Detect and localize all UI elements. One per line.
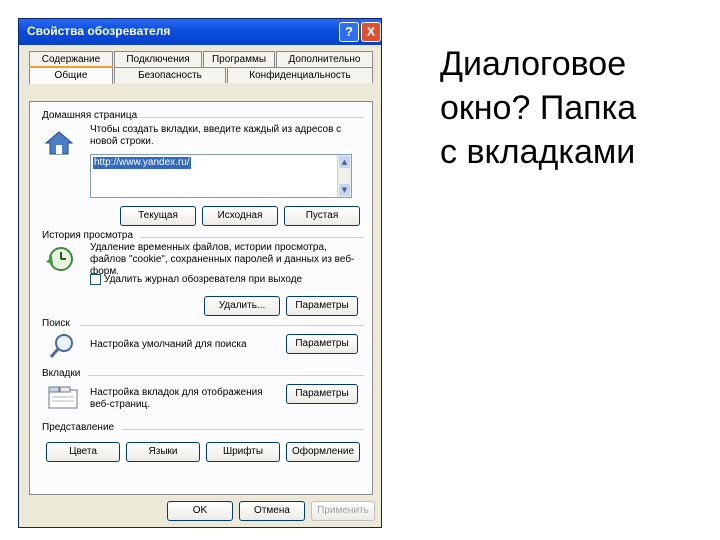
group-divider: [140, 117, 364, 118]
group-divider: [122, 429, 364, 430]
url-field-scrollbar[interactable]: ▲ ▼: [337, 155, 351, 197]
scroll-down-arrow-icon[interactable]: ▼: [339, 184, 350, 196]
apply-button[interactable]: Применить: [311, 501, 375, 521]
search-description: Настройка умолчаний для поиска: [90, 339, 247, 350]
use-default-button[interactable]: Исходная: [202, 206, 278, 226]
home-page-url: http://www.yandex.ru/: [93, 157, 191, 169]
scroll-up-arrow-icon[interactable]: ▲: [339, 156, 350, 168]
cancel-button[interactable]: Отмена: [239, 501, 305, 521]
tab-content[interactable]: Содержание: [29, 51, 113, 67]
clock-history-icon: [46, 247, 73, 271]
appearance-group-label: Представление: [42, 422, 115, 433]
use-blank-button[interactable]: Пустая: [284, 206, 360, 226]
home-page-url-field[interactable]: http://www.yandex.ru/ ▲ ▼: [90, 154, 352, 198]
history-group-label: История просмотра: [42, 230, 134, 241]
tab-programs[interactable]: Программы: [203, 51, 275, 67]
tabs-group-label: Вкладки: [42, 368, 81, 379]
home-page-group-label: Домашняя страница: [42, 110, 138, 121]
caption-line: Диалоговое: [440, 45, 627, 83]
internet-options-dialog: Свойства обозревателя ? X Содержание Под…: [18, 18, 382, 528]
title-bar[interactable]: Свойства обозревателя ? X: [19, 19, 381, 45]
tabs-window-icon: [48, 386, 78, 409]
history-description: Удаление временных файлов, истории просм…: [90, 242, 355, 277]
window-title: Свойства обозревателя: [27, 24, 171, 38]
search-settings-button[interactable]: Параметры: [286, 334, 358, 354]
group-divider: [88, 375, 364, 376]
home-icon: [44, 131, 74, 155]
slide-caption: Диалоговое окно? Папка с вкладками: [440, 42, 700, 174]
caption-line: окно? Папка: [440, 89, 637, 127]
delete-history-button[interactable]: Удалить...: [204, 296, 280, 316]
delete-history-on-exit-checkbox[interactable]: [90, 274, 101, 285]
tabs-description: Настройка вкладок для отображения веб-ст…: [90, 387, 263, 410]
history-settings-button[interactable]: Параметры: [286, 296, 358, 316]
delete-history-on-exit-label: Удалить журнал обозревателя при выходе: [104, 274, 303, 285]
general-tab-panel: Домашняя страница Чтобы создать вкладки,…: [29, 101, 373, 495]
caption-line: с вкладками: [440, 133, 636, 171]
help-button[interactable]: ?: [339, 22, 359, 42]
use-current-button[interactable]: Текущая: [120, 206, 196, 226]
ok-button[interactable]: OK: [167, 501, 233, 521]
close-button[interactable]: X: [361, 22, 381, 42]
tab-connections[interactable]: Подключения: [114, 51, 202, 67]
search-group-label: Поиск: [42, 318, 70, 329]
accessibility-button[interactable]: Оформление: [286, 442, 360, 462]
tabs-settings-button[interactable]: Параметры: [286, 384, 358, 404]
home-page-description: Чтобы создать вкладки, введите каждый из…: [90, 124, 342, 147]
tab-security[interactable]: Безопасность: [114, 67, 226, 83]
colors-button[interactable]: Цвета: [46, 442, 120, 462]
magnifier-icon: [49, 334, 73, 358]
fonts-button[interactable]: Шрифты: [206, 442, 280, 462]
tab-privacy[interactable]: Конфиденциальность: [227, 67, 373, 83]
tab-general[interactable]: Общие: [29, 66, 113, 84]
group-divider: [80, 325, 364, 326]
group-divider: [140, 237, 364, 238]
languages-button[interactable]: Языки: [126, 442, 200, 462]
tab-advanced[interactable]: Дополнительно: [276, 51, 373, 67]
